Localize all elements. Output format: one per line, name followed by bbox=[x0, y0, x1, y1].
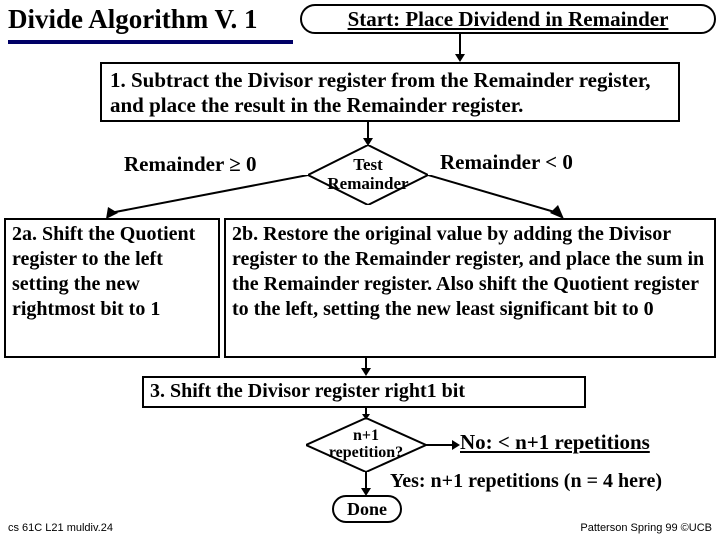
title-underline bbox=[8, 40, 293, 44]
repetition-decision: n+1 repetition? bbox=[306, 418, 426, 472]
branch-label-ge0: Remainder ≥ 0 bbox=[124, 152, 256, 177]
test-line2: Remainder bbox=[327, 174, 408, 193]
slide-title: Divide Algorithm V. 1 bbox=[8, 4, 258, 35]
arrow-2-to-3 bbox=[356, 358, 376, 378]
yes-branch-label: Yes: n+1 repetitions (n = 4 here) bbox=[390, 470, 662, 493]
arrow-test-to-2b bbox=[428, 175, 578, 223]
rep-line2: repetition? bbox=[329, 444, 403, 461]
rep-line1: n+1 bbox=[353, 427, 379, 444]
step-2b: 2b. Restore the original value by adding… bbox=[224, 218, 716, 358]
test-decision: Test Remainder bbox=[308, 145, 428, 205]
done-node: Done bbox=[332, 495, 402, 523]
arrow-test-to-2a bbox=[100, 175, 310, 223]
start-node: Start: Place Dividend in Remainder bbox=[300, 4, 716, 34]
step-3: 3. Shift the Divisor register right1 bit bbox=[142, 376, 586, 408]
footer-right: Patterson Spring 99 ©UCB bbox=[580, 522, 712, 534]
no-branch-label: No: < n+1 repetitions bbox=[460, 430, 650, 455]
test-line1: Test bbox=[353, 155, 383, 174]
step-1: 1. Subtract the Divisor register from th… bbox=[100, 62, 680, 122]
step-2a: 2a. Shift the Quotient register to the l… bbox=[4, 218, 220, 358]
arrow-rep-no bbox=[426, 436, 464, 454]
branch-label-lt0: Remainder < 0 bbox=[440, 150, 573, 175]
arrow-start-to-1 bbox=[450, 34, 470, 64]
footer-left: cs 61C L21 muldiv.24 bbox=[8, 522, 113, 534]
